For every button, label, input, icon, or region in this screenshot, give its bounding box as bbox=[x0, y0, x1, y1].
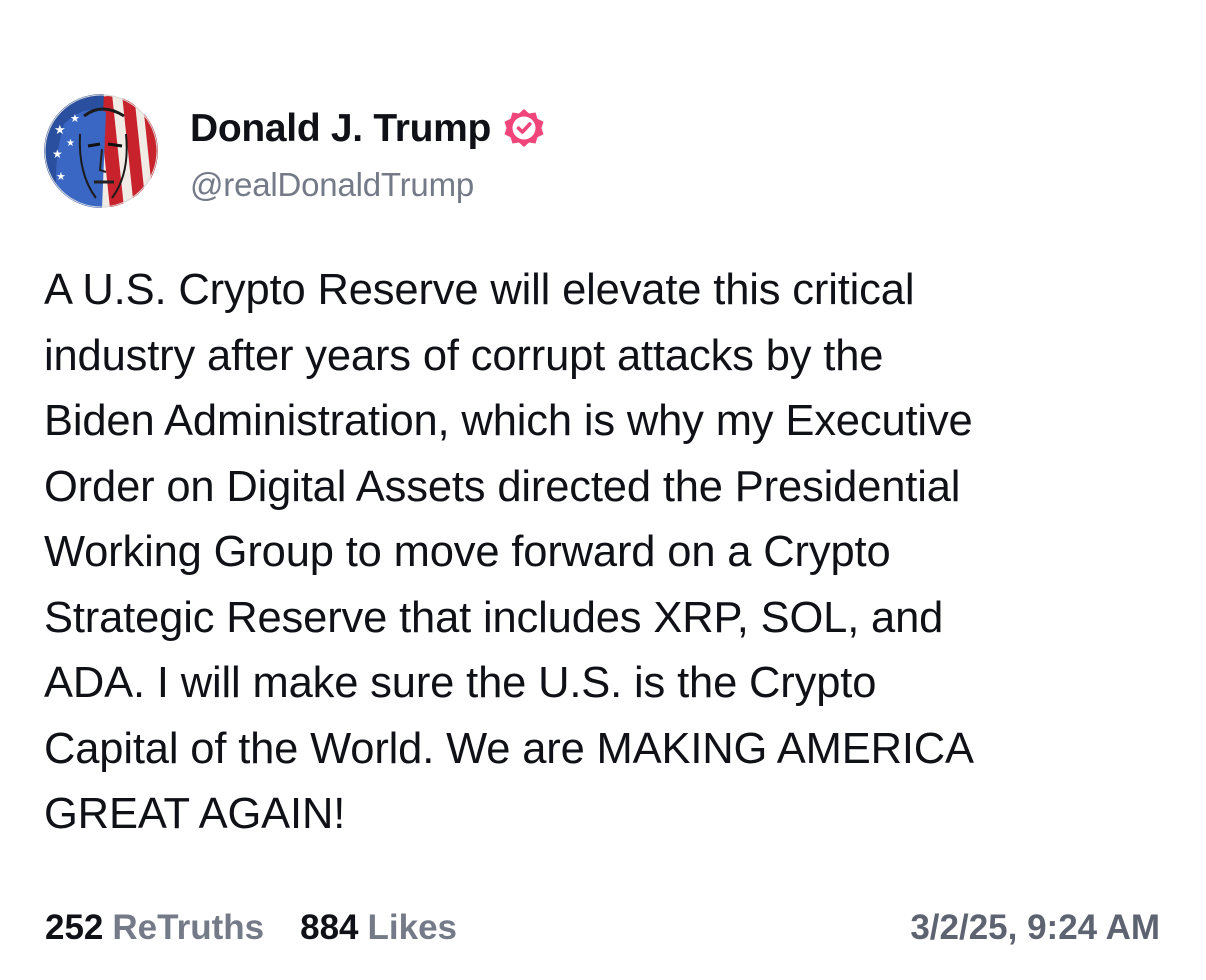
svg-text:★: ★ bbox=[52, 147, 63, 161]
author-name-row: Donald J. Trump bbox=[190, 104, 546, 154]
svg-text:★: ★ bbox=[66, 138, 75, 149]
retruths-count: 252 bbox=[45, 908, 104, 947]
retruths-label: ReTruths bbox=[112, 908, 265, 947]
avatar-flag-portrait-icon: ★ ★ ★ ★ ★ bbox=[44, 94, 158, 208]
post-stats: 252 ReTruths 884 Likes bbox=[45, 908, 457, 948]
post-body-text: A U.S. Crypto Reserve will elevate this … bbox=[44, 266, 974, 838]
svg-text:★: ★ bbox=[56, 170, 66, 183]
author-handle[interactable]: @realDonaldTrump bbox=[190, 166, 546, 204]
likes-count: 884 bbox=[300, 908, 359, 947]
svg-text:★: ★ bbox=[70, 112, 80, 125]
truth-post: ★ ★ ★ ★ ★ Donald J. Trump @realDonaldTru… bbox=[0, 0, 1206, 980]
post-timestamp[interactable]: 3/2/25, 9:24 AM bbox=[910, 908, 1160, 948]
profile-avatar[interactable]: ★ ★ ★ ★ ★ bbox=[44, 94, 158, 208]
retruths-stat[interactable]: 252 ReTruths bbox=[45, 908, 264, 948]
author-display-name[interactable]: Donald J. Trump bbox=[190, 107, 491, 151]
svg-text:★: ★ bbox=[54, 123, 66, 138]
post-author: Donald J. Trump @realDonaldTrump bbox=[190, 104, 546, 204]
likes-stat[interactable]: 884 Likes bbox=[300, 908, 457, 948]
likes-label: Likes bbox=[367, 908, 458, 947]
verified-badge-icon bbox=[502, 107, 546, 151]
